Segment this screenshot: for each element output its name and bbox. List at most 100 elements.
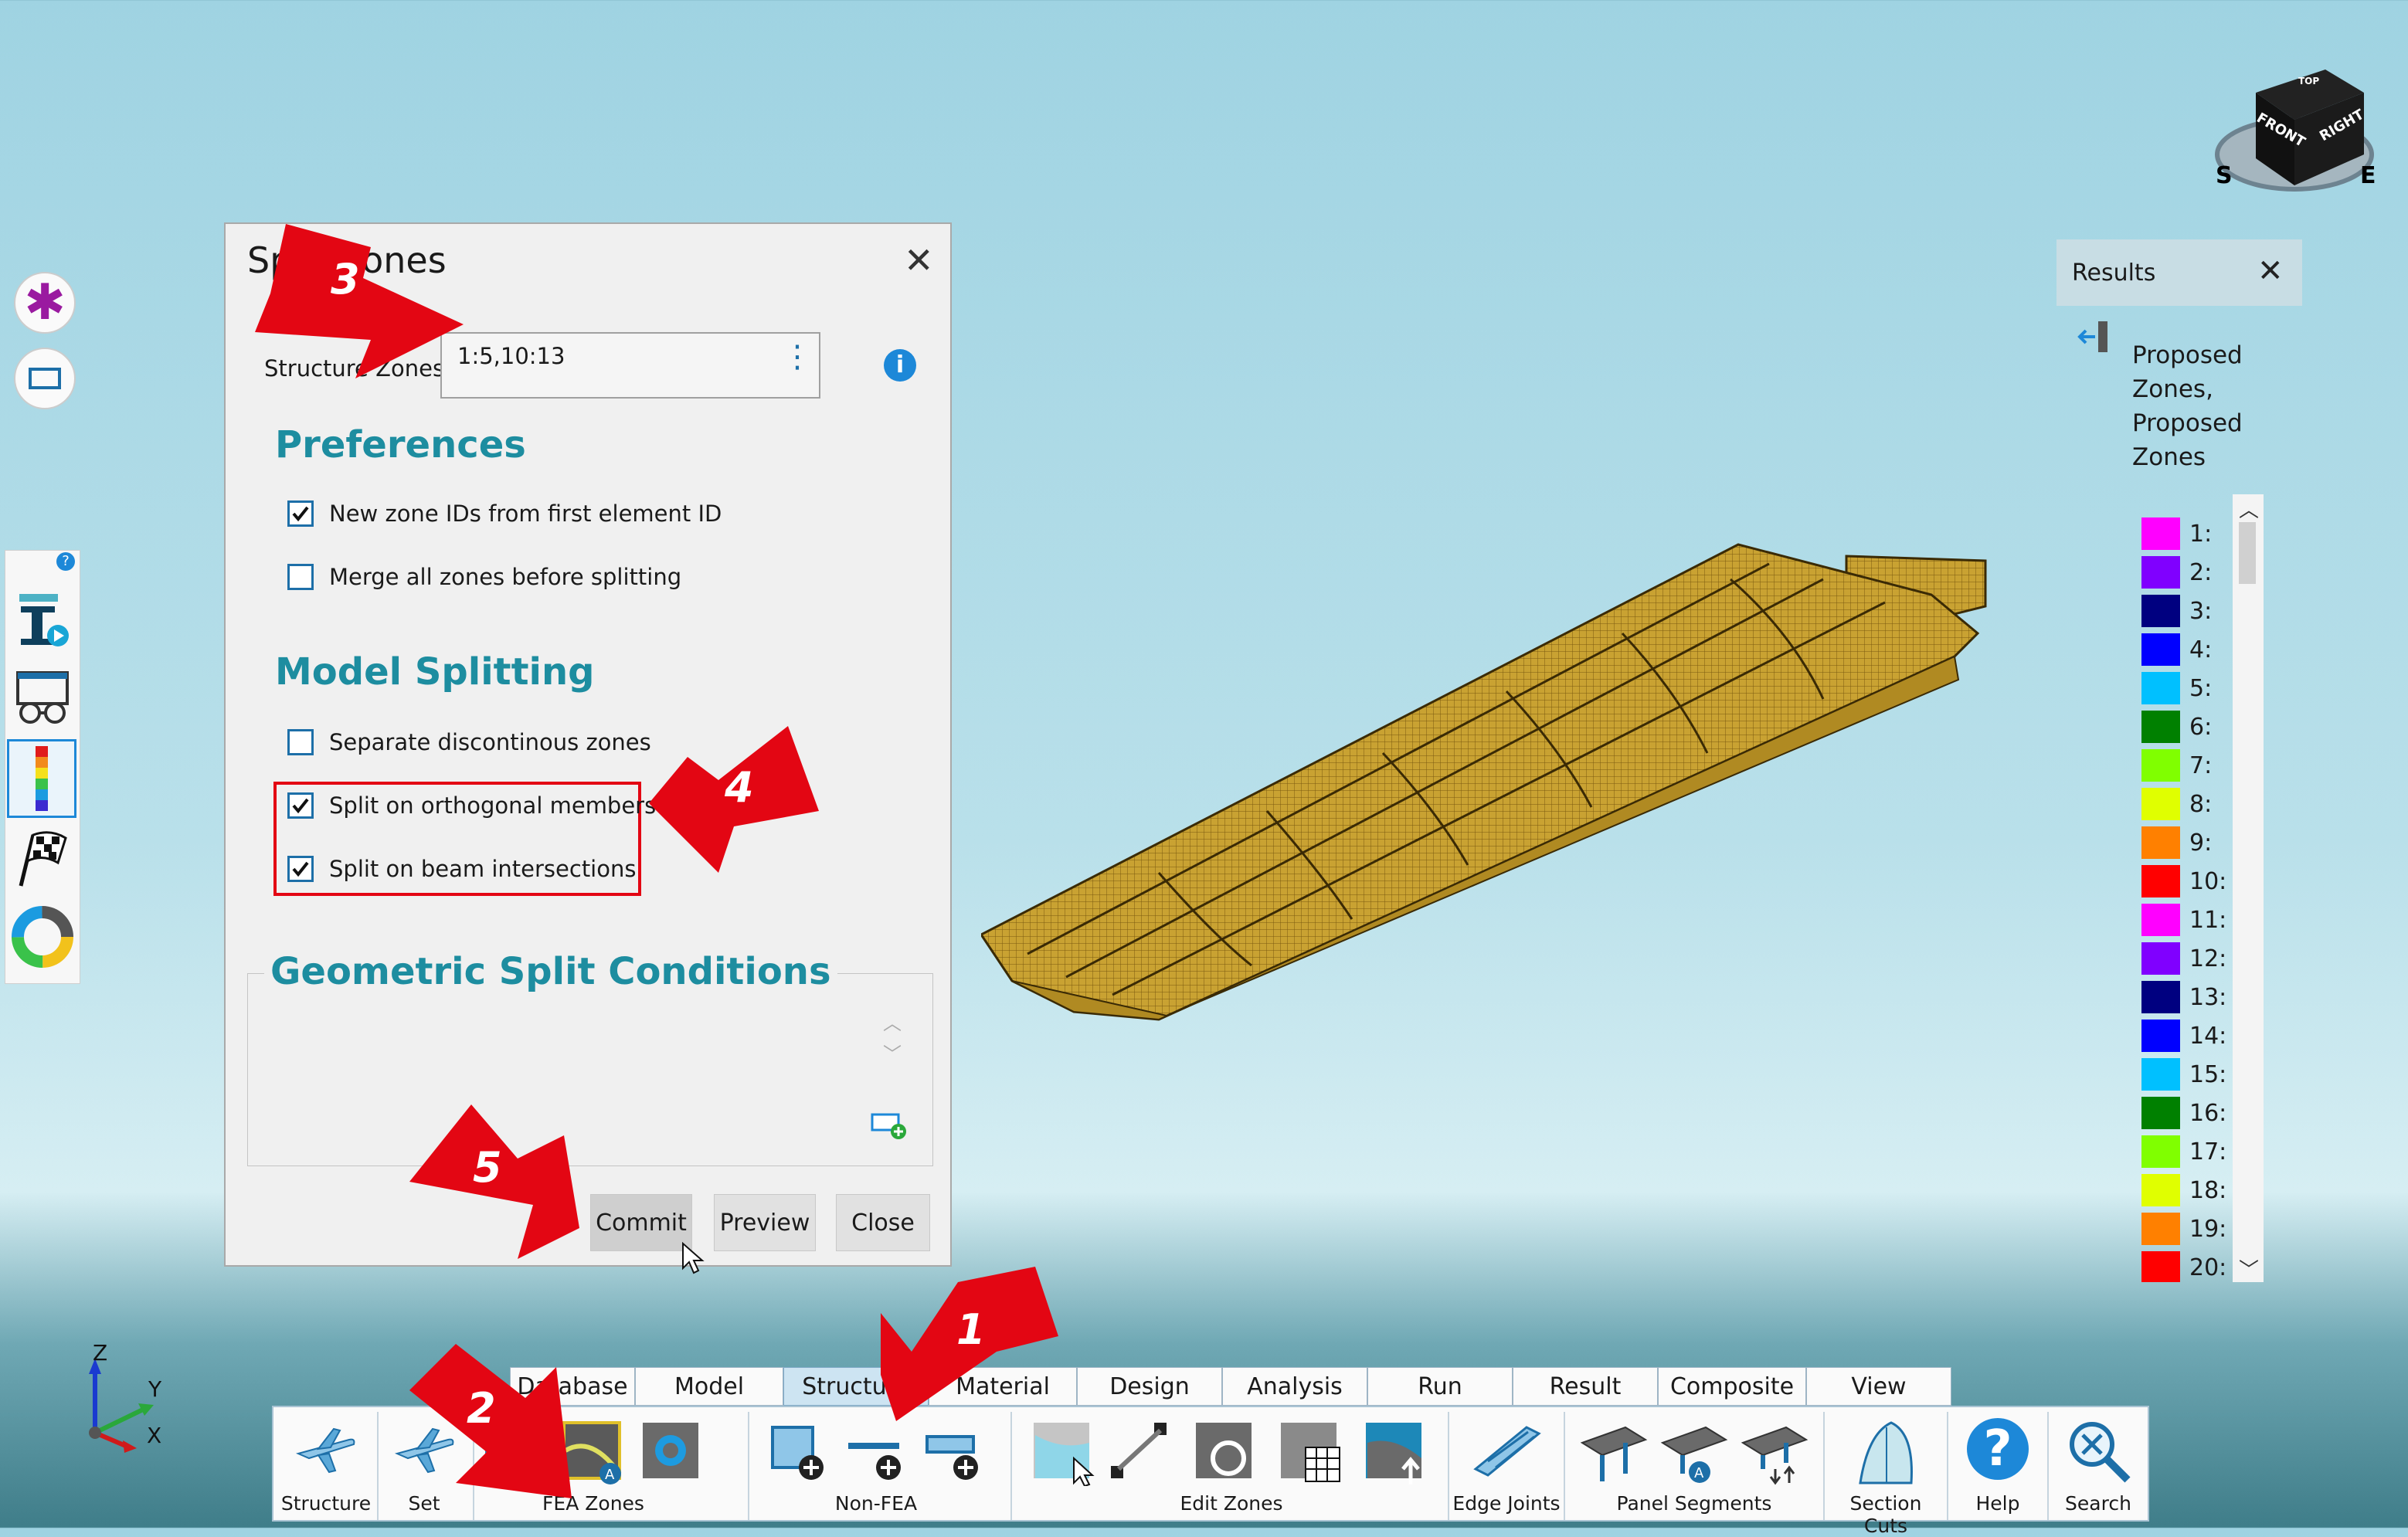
separator: [1947, 1412, 1948, 1520]
edge-joints-button[interactable]: Edge Joints: [1452, 1412, 1561, 1520]
legend-swatch: [2141, 788, 2180, 820]
legend-swatch: [2141, 865, 2180, 897]
legend-label: 16:: [2189, 1099, 2227, 1127]
panel-segment-io-icon[interactable]: [1740, 1420, 1809, 1486]
rotate-zone-icon[interactable]: [1193, 1420, 1259, 1486]
axis-triad: [89, 1359, 154, 1453]
view-cube[interactable]: FRONT RIGHT TOP S E: [2209, 62, 2395, 201]
scroll-down-icon[interactable]: ﹀: [2239, 1254, 2259, 1283]
legend-swatch: [2141, 942, 2180, 975]
results-close-icon[interactable]: ✕: [2257, 253, 2284, 289]
mouse-cursor-icon: [682, 1242, 705, 1274]
legend-swatch: [2141, 981, 2180, 1013]
legend-swatch: [2141, 711, 2180, 743]
legend-scrollbar[interactable]: ︿ ﹀: [2233, 494, 2264, 1282]
pref-label: New zone IDs from first element ID: [329, 500, 722, 527]
structure-label: Structure: [280, 1492, 372, 1515]
zone-settings-icon[interactable]: [640, 1420, 706, 1486]
callout-number-4: 4: [725, 763, 754, 812]
collapse-panel-icon[interactable]: [2077, 320, 2112, 354]
checkbox-unchecked[interactable]: [287, 729, 314, 755]
finish-tool[interactable]: [10, 821, 75, 895]
legend-item: 14:: [2141, 1020, 2226, 1052]
pref-label: Merge all zones before splitting: [329, 564, 682, 590]
legend-swatch: [2141, 633, 2180, 666]
legend-label: 2:: [2189, 558, 2213, 586]
legend-swatch: [2141, 1020, 2180, 1052]
edge-joint-icon: [1473, 1426, 1541, 1477]
checkbox-checked[interactable]: [287, 500, 314, 527]
structure-zones-input[interactable]: 1:5,10:13 ⋮: [440, 332, 820, 399]
grid-zone-icon[interactable]: [1278, 1420, 1344, 1486]
select-zone-icon[interactable]: [1031, 1420, 1097, 1486]
help-button[interactable]: ? Help: [1951, 1412, 2044, 1520]
export-zone-icon[interactable]: [1363, 1420, 1429, 1486]
merge-zone-icon[interactable]: [1108, 1420, 1174, 1486]
structure-button[interactable]: Structure: [280, 1412, 372, 1520]
split-discontinuous-checkbox[interactable]: Separate discontinous zones: [287, 729, 651, 755]
panel-segment-icon[interactable]: [1579, 1420, 1649, 1486]
legend-swatch: [2141, 1213, 2180, 1245]
check-icon: [292, 506, 309, 522]
view-tool[interactable]: [10, 662, 75, 736]
auto-panel-segment-icon[interactable]: A: [1659, 1420, 1729, 1486]
legend-label: 17:: [2189, 1138, 2227, 1165]
section-cuts-button[interactable]: Section Cuts: [1828, 1412, 1944, 1537]
add-zone-icon[interactable]: [768, 1423, 830, 1484]
search-button[interactable]: Search: [2052, 1412, 2145, 1520]
info-icon[interactable]: i: [884, 349, 916, 382]
add-beam-icon[interactable]: [845, 1423, 907, 1484]
commit-button[interactable]: Commit: [590, 1194, 692, 1251]
help-badge-icon: ?: [56, 552, 75, 571]
pref-new-zone-ids-checkbox[interactable]: New zone IDs from first element ID: [287, 500, 722, 527]
checkbox-checked[interactable]: [287, 856, 314, 882]
legend-swatch: [2141, 556, 2180, 589]
svg-text:A: A: [605, 1467, 615, 1483]
scroll-thumb[interactable]: [2239, 522, 2256, 584]
tab-view[interactable]: View: [1806, 1367, 1951, 1406]
tab-result[interactable]: Result: [1513, 1367, 1658, 1406]
color-wheel-tool[interactable]: [10, 900, 75, 974]
split-orthogonal-checkbox[interactable]: Split on orthogonal members: [287, 792, 656, 819]
rectangle-select-button[interactable]: [14, 348, 76, 409]
pref-merge-zones-checkbox[interactable]: Merge all zones before splitting: [287, 564, 681, 590]
legend-label: 12:: [2189, 945, 2227, 972]
scroll-up-icon[interactable]: ︿: [883, 1008, 902, 1035]
wing-model: [981, 543, 1987, 1021]
results-description: Proposed Zones, Proposed Zones: [2132, 341, 2243, 471]
legend-label: 13:: [2189, 983, 2227, 1011]
close-button[interactable]: Close: [836, 1194, 930, 1251]
legend-label: 6:: [2189, 713, 2213, 741]
more-options-icon[interactable]: ⋮: [782, 341, 813, 372]
results-panel: Results ✕ Proposed Zones, Proposed Zones…: [2056, 239, 2302, 1282]
identify-tool[interactable]: [10, 582, 75, 656]
split-label: Split on orthogonal members: [329, 792, 657, 819]
legend-label: 7:: [2189, 752, 2213, 779]
callout-arrow-3: [255, 224, 464, 378]
tab-design[interactable]: Design: [1077, 1367, 1222, 1406]
results-tool[interactable]: [7, 739, 76, 818]
callout-number-5: 5: [473, 1143, 502, 1192]
tab-analysis[interactable]: Analysis: [1222, 1367, 1367, 1406]
edit-zones-label: Edit Zones: [1180, 1492, 1283, 1515]
asterisk-button[interactable]: ✱: [14, 272, 76, 334]
tab-composite[interactable]: Composite: [1658, 1367, 1806, 1406]
dialog-close-icon[interactable]: ✕: [904, 239, 934, 281]
tab-model[interactable]: Model: [635, 1367, 783, 1406]
asterisk-icon: ✱: [24, 274, 66, 331]
preview-button[interactable]: Preview: [714, 1194, 816, 1251]
checkbox-checked[interactable]: [287, 792, 314, 819]
add-joint-icon[interactable]: [922, 1423, 984, 1484]
legend-label: 5:: [2189, 674, 2213, 702]
tab-run[interactable]: Run: [1367, 1367, 1513, 1406]
checkbox-unchecked[interactable]: [287, 564, 314, 590]
add-condition-icon[interactable]: [871, 1110, 908, 1141]
legend-item: 16:: [2141, 1097, 2226, 1129]
separator: [2047, 1412, 2049, 1520]
scroll-up-icon[interactable]: ︿: [2239, 494, 2259, 523]
scroll-down-icon[interactable]: ﹀: [883, 1039, 902, 1066]
split-beam-checkbox[interactable]: Split on beam intersections: [287, 856, 636, 882]
legend-item: 19:: [2141, 1213, 2226, 1245]
results-header: Results ✕: [2056, 239, 2302, 306]
results-title: Results: [2072, 260, 2156, 287]
